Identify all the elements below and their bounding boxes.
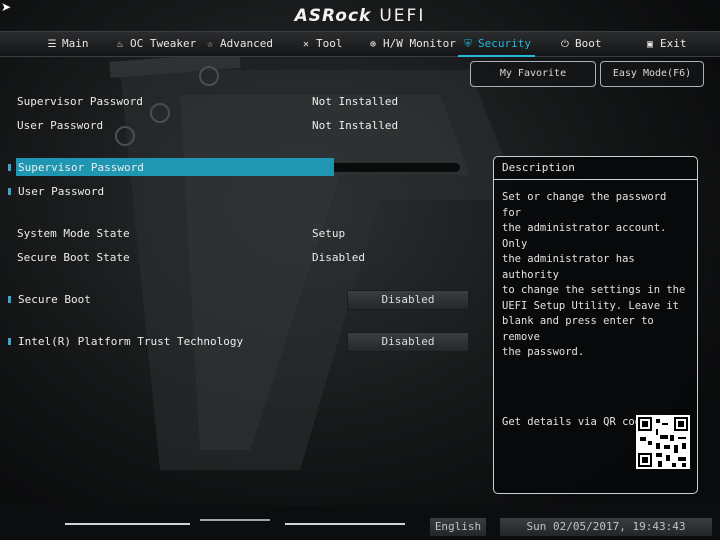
tab-boot-label: Boot — [575, 37, 602, 50]
tab-tool-label: Tool — [316, 37, 343, 50]
description-line: to change the settings in the — [502, 284, 686, 296]
list-icon: ☰ — [47, 39, 57, 50]
tab-advanced-label: Advanced — [220, 37, 273, 50]
description-panel: Description Set or change the password f… — [493, 156, 698, 494]
tab-oc-tweaker[interactable]: ♨ OC Tweaker — [114, 35, 196, 53]
brand-logo: ASRock UEFI — [0, 6, 720, 26]
supervisor-password-status-value: Not Installed — [312, 95, 399, 108]
secure-boot-state-value: Disabled — [312, 251, 365, 264]
secure-boot-label: Secure Boot — [18, 293, 91, 306]
brand-product: UEFI — [379, 6, 426, 26]
tab-boot[interactable]: ⏻ Boot — [559, 35, 602, 53]
tab-security[interactable]: ⛨ Security — [458, 35, 535, 57]
shield-icon: ⛨ — [464, 39, 472, 50]
tab-hw-monitor[interactable]: ⊕ H/W Monitor — [367, 35, 456, 53]
description-line: Set or change the password for — [502, 191, 667, 219]
description-line: blank and press enter to remove — [502, 315, 654, 343]
description-line: the administrator account. Only — [502, 222, 667, 250]
system-mode-state-value: Setup — [312, 227, 346, 240]
system-mode-state-label: System Mode State — [17, 227, 130, 240]
secure-boot-state-label: Secure Boot State — [17, 251, 130, 264]
user-password-item[interactable]: User Password — [18, 185, 104, 198]
star-icon: ☆ — [206, 39, 214, 50]
flame-icon: ♨ — [116, 39, 124, 50]
tab-main-label: Main — [62, 37, 89, 50]
selection-highlight-tail — [334, 163, 460, 172]
description-line: UEFI Setup Utility. Leave it — [502, 299, 680, 312]
tab-advanced[interactable]: ☆ Advanced — [204, 35, 273, 53]
date-time-display: Sun 02/05/2017, 19:43:43 — [500, 518, 712, 536]
ptt-dropdown[interactable]: Disabled — [347, 332, 469, 352]
tab-tool[interactable]: ✕ Tool — [300, 35, 343, 53]
qr-code-icon — [636, 415, 690, 469]
ptt-label: Intel(R) Platform Trust Technology — [18, 335, 244, 348]
bullet-icon — [8, 188, 11, 195]
user-password-status-label: User Password — [17, 119, 104, 132]
description-title: Description — [494, 157, 697, 180]
tab-oc-tweaker-label: OC Tweaker — [130, 37, 197, 50]
easy-mode-button[interactable]: Easy Mode(F6) — [600, 61, 704, 87]
tab-hw-monitor-label: H/W Monitor — [383, 37, 456, 50]
user-password-status-value: Not Installed — [312, 119, 399, 132]
brand-name: ASRock — [294, 6, 372, 26]
secure-boot-dropdown[interactable]: Disabled — [347, 290, 469, 310]
bullet-icon — [8, 164, 11, 171]
description-line: the administrator has authority — [502, 253, 635, 281]
tab-main[interactable]: ☰ Main — [46, 35, 89, 53]
qr-code-label: Get details via QR code — [502, 416, 648, 428]
tools-icon: ✕ — [302, 39, 310, 50]
tab-exit-label: Exit — [660, 37, 687, 50]
my-favorite-button[interactable]: My Favorite — [470, 61, 596, 87]
monitor-icon: ⊕ — [369, 39, 377, 50]
description-text: Set or change the password for the admin… — [502, 190, 690, 361]
tab-exit[interactable]: ▣ Exit — [644, 35, 687, 53]
language-button[interactable]: English — [430, 518, 486, 536]
power-icon: ⏻ — [561, 39, 569, 50]
supervisor-password-item[interactable]: Supervisor Password — [18, 161, 144, 174]
bullet-icon — [8, 338, 11, 345]
bullet-icon — [8, 296, 11, 303]
description-line: the password. — [502, 346, 585, 358]
top-nav-bar: ☰ Main ♨ OC Tweaker ☆ Advanced ✕ Tool ⊕ H/W M… — [0, 31, 720, 57]
supervisor-password-status-label: Supervisor Password — [17, 95, 143, 108]
tab-security-label: Security — [478, 37, 531, 50]
exit-icon: ▣ — [646, 39, 654, 50]
